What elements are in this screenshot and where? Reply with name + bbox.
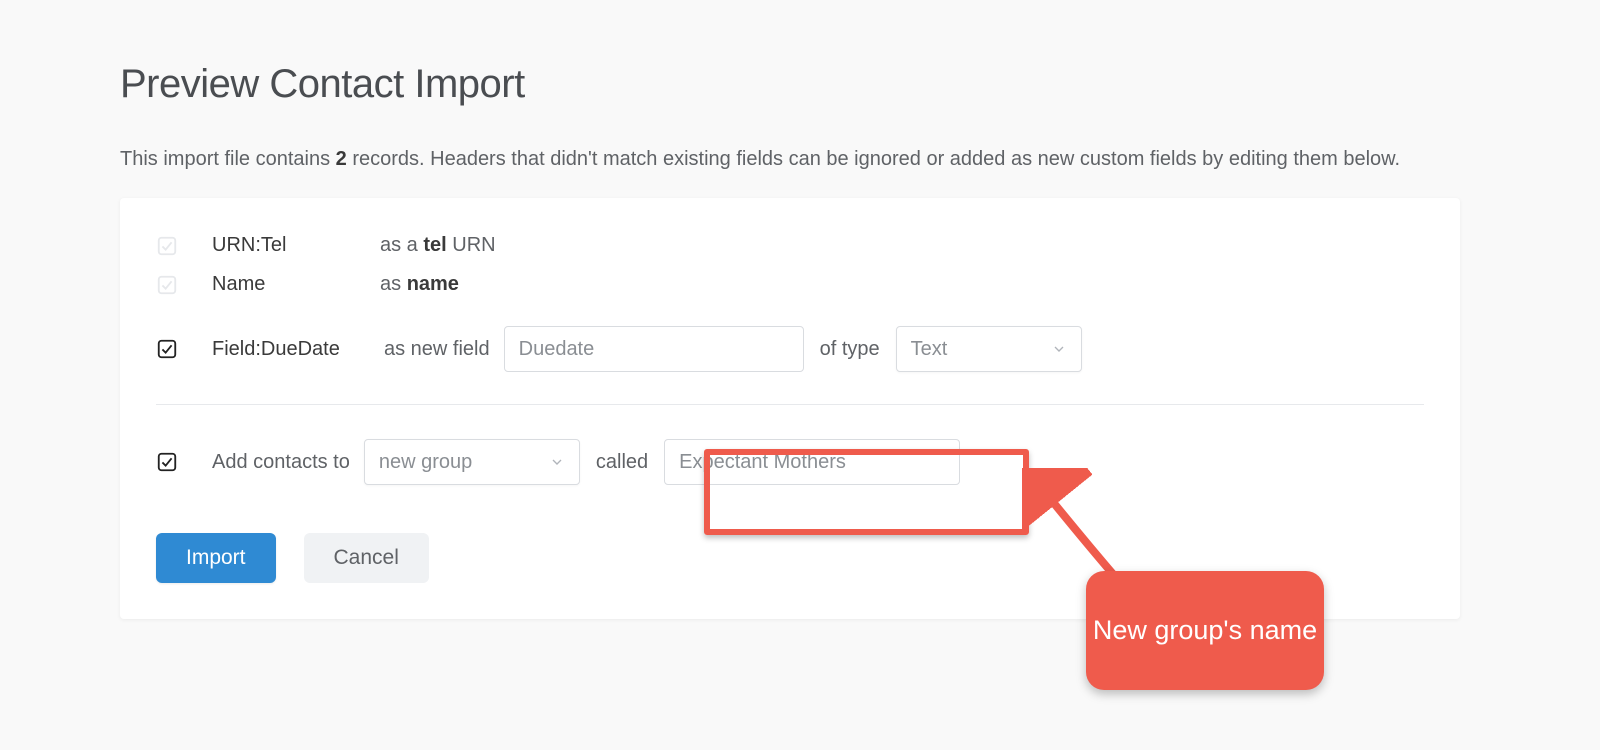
- add-to-group-row: Add contacts to new group called: [156, 431, 1424, 493]
- header-urn-tel: URN:Tel: [212, 234, 380, 257]
- newfield-label: as new field: [384, 338, 490, 361]
- page-title: Preview Contact Import: [120, 62, 525, 107]
- intro-text: This import file contains 2 records. Hea…: [120, 148, 1400, 171]
- called-label: called: [596, 451, 648, 474]
- group-name-input[interactable]: [664, 439, 960, 485]
- of-type-label: of type: [820, 338, 880, 361]
- cancel-button[interactable]: Cancel: [304, 533, 429, 583]
- chevron-down-icon: [549, 454, 565, 470]
- mapping-row-name: Name as name: [156, 265, 1424, 304]
- header-duedate: Field:DueDate: [212, 338, 384, 361]
- checkbox-duedate[interactable]: [156, 338, 178, 360]
- group-mode-select[interactable]: new group: [364, 439, 580, 485]
- mapping-row-urn-tel: URN:Tel as a tel URN: [156, 226, 1424, 265]
- divider: [156, 404, 1424, 405]
- import-button[interactable]: Import: [156, 533, 276, 583]
- chevron-down-icon: [1051, 341, 1067, 357]
- header-name: Name: [212, 273, 380, 296]
- group-mode-value: new group: [379, 451, 472, 474]
- import-preview-card: URN:Tel as a tel URN Name as name: [120, 198, 1460, 619]
- checkbox-add-to-group[interactable]: [156, 451, 178, 473]
- mapping-row-duedate: Field:DueDate as new field of type Text: [156, 318, 1424, 380]
- checkbox-name: [156, 274, 178, 296]
- checkbox-urn-tel: [156, 235, 178, 257]
- newfield-type-value: Text: [911, 338, 948, 361]
- newfield-name-input[interactable]: [504, 326, 804, 372]
- desc-urn-tel: as a tel URN: [380, 234, 496, 257]
- add-contacts-label: Add contacts to: [212, 451, 350, 474]
- desc-name: as name: [380, 273, 459, 296]
- newfield-type-select[interactable]: Text: [896, 326, 1082, 372]
